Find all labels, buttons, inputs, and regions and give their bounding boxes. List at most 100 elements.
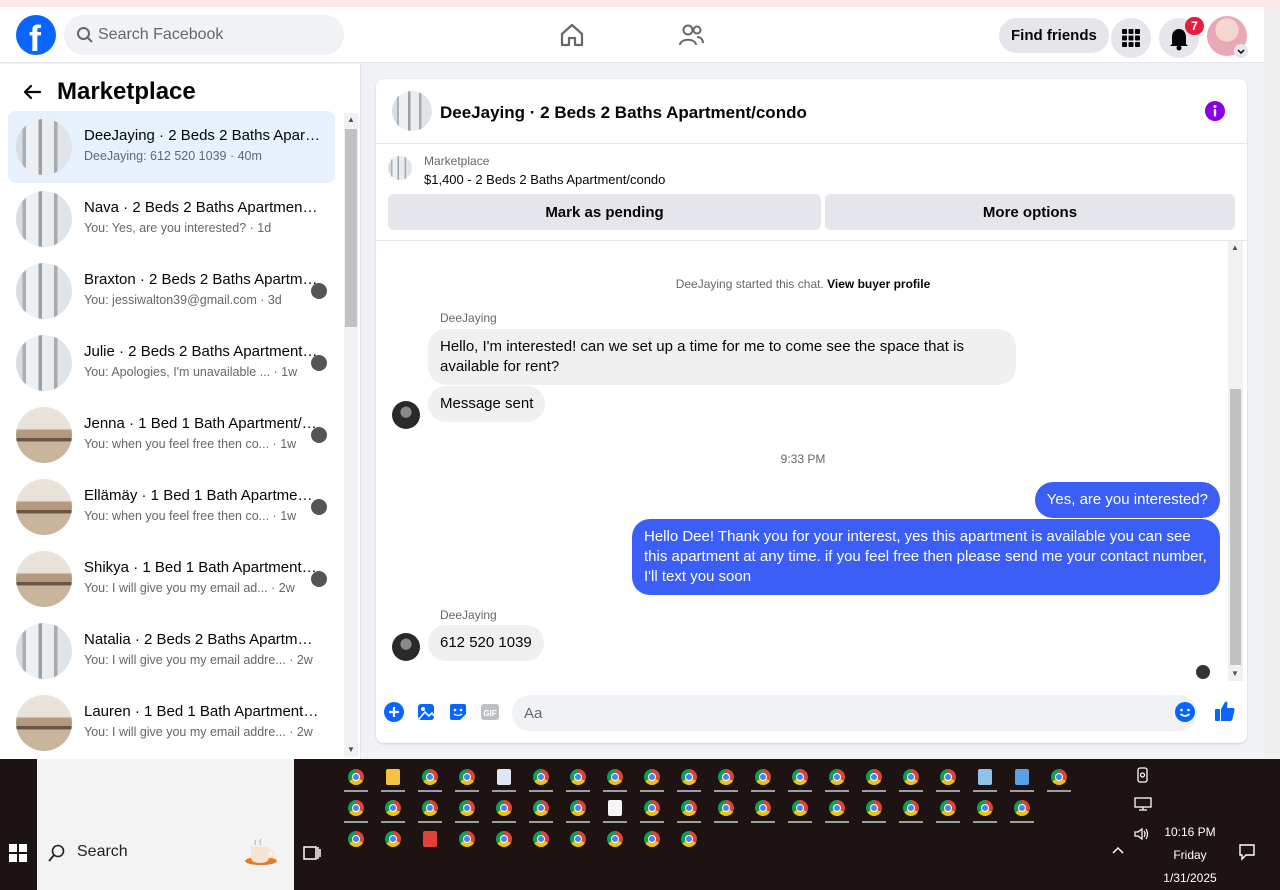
mark-as-pending-button[interactable]: Mark as pending	[388, 194, 821, 230]
thread-item[interactable]: Ellämäy · 1 Bed 1 Bath Apartment/condo Yo…	[8, 471, 335, 543]
window-scrollbar[interactable]	[1264, 7, 1280, 759]
chrome-app-icon[interactable]	[671, 794, 707, 823]
folder-app-icon[interactable]	[375, 763, 411, 792]
thread-item[interactable]: Lauren · 1 Bed 1 Bath Apartment/condo You…	[8, 687, 335, 759]
more-options-button[interactable]: More options	[825, 194, 1235, 230]
listing-price[interactable]: $1,400 - 2 Beds 2 Baths Apartment/condo	[424, 172, 665, 187]
sender-avatar[interactable]	[392, 401, 420, 429]
thread-item[interactable]: Braxton · 2 Beds 2 Baths Apartment/condo…	[8, 255, 335, 327]
chrome-app-icon[interactable]	[930, 794, 966, 823]
chrome-app-icon[interactable]	[930, 763, 966, 792]
scroll-down-arrow-icon[interactable]: ▼	[347, 745, 355, 754]
sender-avatar[interactable]	[392, 633, 420, 661]
friends-icon[interactable]	[677, 21, 705, 49]
volume-icon[interactable]	[1133, 827, 1151, 841]
listing-avatar[interactable]	[392, 91, 432, 131]
windows-start-icon[interactable]	[8, 843, 28, 863]
sticker-icon[interactable]	[447, 701, 469, 723]
chrome-app-icon[interactable]	[412, 794, 448, 823]
chrome-app-icon[interactable]	[560, 763, 596, 792]
chrome-app-icon[interactable]	[708, 794, 744, 823]
taskbar-search[interactable]: Search	[37, 759, 294, 890]
thread-item[interactable]: Julie · 2 Beds 2 Baths Apartment/condo Yo…	[8, 327, 335, 399]
gif-icon[interactable]: GIF	[479, 701, 501, 723]
chrome-app-icon[interactable]	[856, 794, 892, 823]
view-buyer-profile-link[interactable]: View buyer profile	[827, 277, 930, 291]
chrome-app-icon[interactable]	[523, 763, 559, 792]
red-app-icon[interactable]	[412, 825, 448, 853]
chrome-app-icon[interactable]	[523, 825, 559, 853]
chrome-app-icon[interactable]	[486, 794, 522, 823]
plus-circle-icon[interactable]	[383, 701, 405, 723]
chrome-app-icon[interactable]	[745, 794, 781, 823]
notification-center-icon[interactable]	[1238, 843, 1256, 861]
chrome-app-icon[interactable]	[449, 825, 485, 853]
chrome-app-icon[interactable]	[560, 794, 596, 823]
chrome-app-icon[interactable]	[375, 794, 411, 823]
sidebar-scrollbar[interactable]: ▲ ▼	[344, 113, 358, 757]
chat-title[interactable]: DeeJaying · 2 Beds 2 Baths Apartment/con…	[440, 103, 807, 123]
scroll-up-arrow-icon[interactable]: ▲	[1231, 243, 1239, 252]
chrome-app-icon[interactable]	[486, 825, 522, 853]
chrome-app-icon[interactable]	[856, 763, 892, 792]
chrome-app-icon[interactable]	[1041, 763, 1077, 792]
phone-link-icon[interactable]	[1136, 767, 1150, 783]
emoji-icon[interactable]	[1174, 701, 1196, 723]
doc-app-icon[interactable]	[486, 763, 522, 792]
home-icon[interactable]	[558, 21, 586, 49]
network-icon[interactable]	[1134, 797, 1152, 811]
chrome-app-icon[interactable]	[449, 763, 485, 792]
chrome-app-icon[interactable]	[819, 794, 855, 823]
system-clock[interactable]: 10:16 PM Friday 1/31/2025	[1150, 821, 1230, 890]
chat-scrollbar[interactable]: ▲ ▼	[1228, 241, 1243, 681]
chrome-app-icon[interactable]	[597, 763, 633, 792]
chrome-app-icon[interactable]	[375, 825, 411, 853]
kbd-app-icon[interactable]	[1004, 763, 1040, 792]
chrome-app-icon[interactable]	[634, 794, 670, 823]
find-friends-button[interactable]: Find friends	[999, 18, 1109, 53]
task-view-icon[interactable]	[302, 843, 322, 863]
chrome-app-icon[interactable]	[708, 763, 744, 792]
chevron-down-icon[interactable]	[1234, 44, 1248, 58]
back-arrow-icon[interactable]	[22, 82, 42, 102]
scrollbar-thumb[interactable]	[1230, 389, 1241, 665]
file-app-icon[interactable]	[597, 794, 633, 823]
chrome-app-icon[interactable]	[338, 825, 374, 853]
chrome-app-icon[interactable]	[634, 825, 670, 853]
message-input[interactable]	[512, 695, 1197, 731]
chrome-app-icon[interactable]	[967, 794, 1003, 823]
search-box[interactable]	[64, 15, 344, 55]
chrome-app-icon[interactable]	[745, 763, 781, 792]
scroll-down-arrow-icon[interactable]: ▼	[1231, 669, 1239, 678]
chrome-app-icon[interactable]	[560, 825, 596, 853]
notepad-app-icon[interactable]	[967, 763, 1003, 792]
search-input[interactable]	[98, 15, 328, 55]
chrome-app-icon[interactable]	[412, 763, 448, 792]
chrome-app-icon[interactable]	[1004, 794, 1040, 823]
info-icon[interactable]	[1204, 100, 1226, 122]
scrollbar-thumb[interactable]	[345, 129, 357, 327]
chrome-app-icon[interactable]	[893, 794, 929, 823]
chrome-app-icon[interactable]	[523, 794, 559, 823]
chrome-app-icon[interactable]	[893, 763, 929, 792]
chrome-app-icon[interactable]	[782, 794, 818, 823]
chrome-app-icon[interactable]	[819, 763, 855, 792]
chrome-app-icon[interactable]	[671, 825, 707, 853]
thread-item[interactable]: Natalia · 2 Beds 2 Baths Apartment/condo…	[8, 615, 335, 687]
photo-icon[interactable]	[415, 701, 437, 723]
chrome-app-icon[interactable]	[671, 763, 707, 792]
thread-item[interactable]: Nava · 2 Beds 2 Baths Apartment/condo You…	[8, 183, 335, 255]
facebook-logo[interactable]: f	[16, 15, 56, 59]
thread-item[interactable]: Jenna · 1 Bed 1 Bath Apartment/condo You:…	[8, 399, 335, 471]
chrome-app-icon[interactable]	[634, 763, 670, 792]
chrome-app-icon[interactable]	[597, 825, 633, 853]
thread-item[interactable]: Shikya · 1 Bed 1 Bath Apartment/condo You…	[8, 543, 335, 615]
chevron-up-icon[interactable]	[1111, 845, 1125, 855]
listing-thumbnail[interactable]	[388, 156, 412, 180]
menu-button[interactable]	[1111, 18, 1151, 58]
chrome-app-icon[interactable]	[338, 763, 374, 792]
chrome-app-icon[interactable]	[338, 794, 374, 823]
scroll-up-arrow-icon[interactable]: ▲	[347, 115, 355, 124]
thumbs-up-icon[interactable]	[1213, 699, 1237, 723]
chrome-app-icon[interactable]	[782, 763, 818, 792]
